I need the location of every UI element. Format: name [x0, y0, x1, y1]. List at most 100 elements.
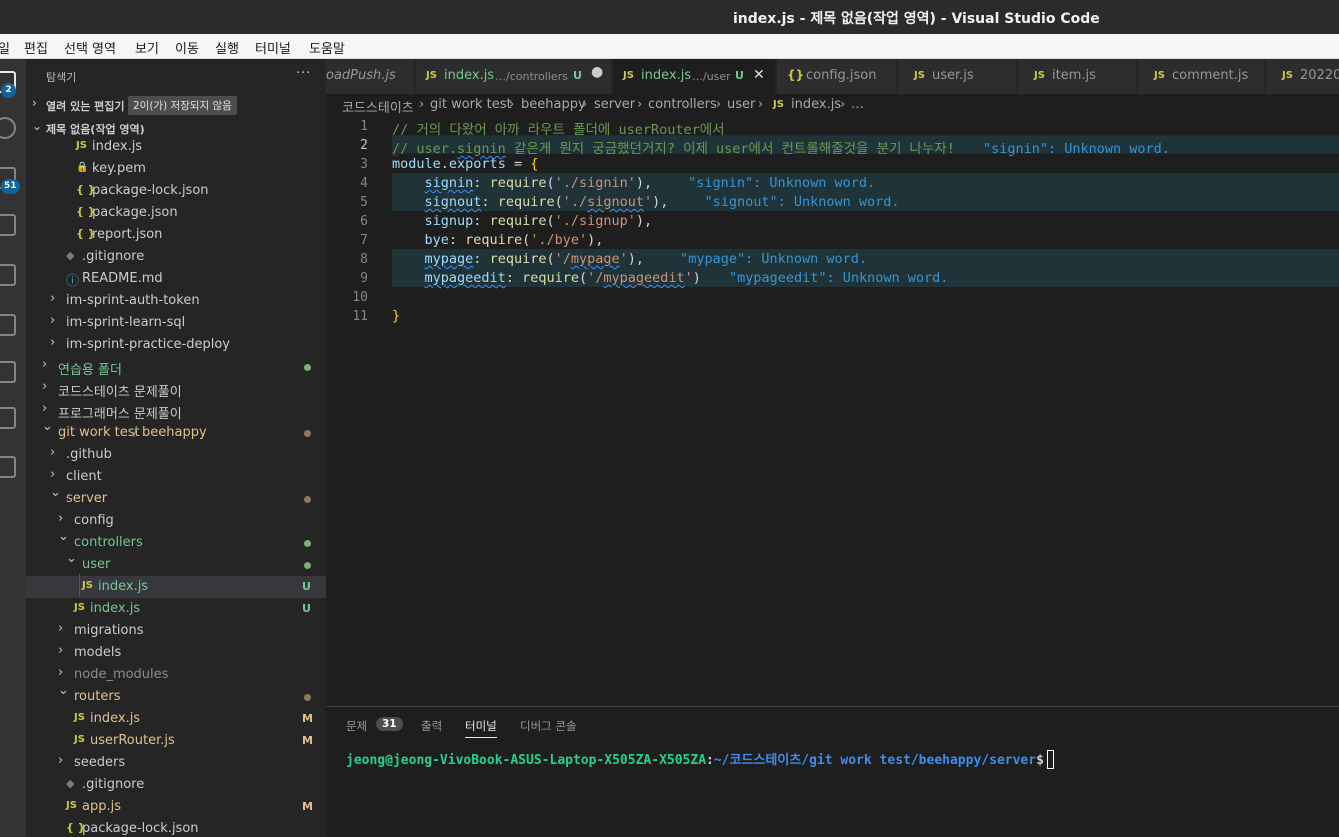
menu-terminal[interactable]: 터미널	[255, 38, 291, 57]
tab-problems[interactable]: 문제	[346, 718, 367, 734]
tree-item[interactable]: › node_modules	[26, 664, 326, 686]
tree-item[interactable]: › im-sprint-learn-sql	[26, 312, 326, 334]
tree-item-label: git work test	[58, 425, 140, 440]
token: bye	[424, 232, 449, 248]
tab-config-json[interactable]: {} config.json	[777, 59, 897, 94]
breadcrumb-item[interactable]: controllers	[648, 97, 717, 112]
tab-controllers-index[interactable]: JS index.js …/controllers U ●	[416, 59, 612, 94]
unsaved-dot-icon[interactable]: ●	[591, 64, 603, 80]
code-editor[interactable]: 1 2 3 4 5 6 7 8 9 10 11 // 거의 다왔어 아까 라우트…	[326, 116, 1339, 706]
token: (	[578, 270, 588, 286]
tree-item[interactable]: › .github	[26, 444, 326, 466]
breadcrumb-item[interactable]: beehappy	[521, 97, 586, 112]
breadcrumb-item[interactable]: index.js	[791, 97, 841, 112]
tree-item[interactable]: ◆ .gitignore	[26, 774, 326, 796]
tree-item[interactable]: JS index.js	[26, 136, 326, 158]
tree-item[interactable]: 🔒 key.pem	[26, 158, 326, 180]
chevron-right-icon: ›	[582, 97, 588, 112]
tab-oadpush[interactable]: oadPush.js	[326, 59, 415, 94]
menu-help[interactable]: 도움말	[309, 38, 345, 57]
git-status-dot	[304, 562, 311, 569]
menu-bar: 일 편집 선택 영역 보기 이동 실행 터미널 도움말	[0, 34, 1339, 59]
menu-run[interactable]: 실행	[215, 38, 239, 57]
tab-item-js[interactable]: JS item.js	[1018, 59, 1137, 94]
tree-item[interactable]: ◆ .gitignore	[26, 246, 326, 268]
tree-item[interactable]: › 코드스테이츠 문제풀이	[26, 378, 326, 400]
tree-item[interactable]: › migrations	[26, 620, 326, 642]
tree-item[interactable]: › 연습용 폴더	[26, 356, 326, 378]
tree-item-label: index.js	[98, 579, 149, 594]
chevron-right-icon: ›	[42, 357, 48, 372]
tree-item[interactable]: ⓘ README.md	[26, 268, 326, 290]
more-actions-icon[interactable]: ···	[296, 66, 311, 81]
breadcrumb-item[interactable]: git work test	[430, 97, 512, 112]
tree-item[interactable]: › models	[26, 642, 326, 664]
tree-item[interactable]: JS userRouter.js M	[26, 730, 326, 752]
tab-status: U	[735, 69, 744, 82]
tab-202204[interactable]: JS 202204	[1266, 59, 1339, 94]
compact-folder-separator: /	[133, 425, 138, 440]
tree-item[interactable]: › im-sprint-practice-deploy	[26, 334, 326, 356]
token: './signin'	[554, 175, 636, 191]
menu-file[interactable]: 일	[0, 38, 10, 57]
code-line-11: }	[392, 308, 400, 324]
tab-terminal[interactable]: 터미널	[465, 718, 497, 738]
menu-edit[interactable]: 편집	[24, 38, 48, 57]
code-line-9: mypageedit: require('/mypageedit') "mypag…	[392, 270, 949, 286]
docker-icon[interactable]	[0, 456, 16, 478]
tree-item[interactable]: › seeders	[26, 752, 326, 774]
tree-item[interactable]: JS index.js U	[26, 576, 326, 598]
window-title: index.js - 제목 없음(작업 영역) - Visual Studio …	[733, 11, 1100, 27]
breadcrumb-item[interactable]: …	[851, 97, 864, 112]
tree-item-label: beehappy	[142, 425, 207, 440]
tab-user-js[interactable]: JS user.js	[898, 59, 1017, 94]
tree-item-label: key.pem	[92, 161, 146, 176]
misspelled-word: signout	[587, 194, 645, 210]
tree-item[interactable]: › 프로그래머스 문제풀이	[26, 400, 326, 422]
open-editors-section[interactable]: › 열려 있는 편집기 2이(가) 저장되지 않음	[26, 94, 326, 116]
tree-item[interactable]: { } package.json	[26, 202, 326, 224]
git-graph-icon[interactable]	[0, 407, 16, 429]
remote-explorer-icon[interactable]	[0, 314, 16, 336]
tab-debug-console[interactable]: 디버그 콘솔	[520, 718, 577, 734]
database-icon[interactable]	[0, 361, 16, 383]
tree-item[interactable]: { } package-lock.json	[26, 818, 326, 837]
token: (	[522, 232, 531, 248]
chevron-right-icon: ›	[758, 97, 764, 112]
search-icon[interactable]	[0, 117, 16, 139]
breadcrumb-item[interactable]: server	[594, 97, 635, 112]
tab-comment-js[interactable]: JS comment.js	[1138, 59, 1265, 94]
tree-item[interactable]: › client	[26, 466, 326, 488]
js-file-icon: JS	[76, 140, 87, 151]
tree-item[interactable]: JS index.js U	[26, 598, 326, 620]
terminal[interactable]: jeong@jeong-VivoBook-ASUS-Laptop-X505ZA-…	[346, 749, 1054, 769]
js-file-icon: JS	[74, 602, 85, 613]
tree-item-label: im-sprint-auth-token	[66, 293, 200, 308]
tree-item[interactable]: ⌄ routers	[26, 683, 326, 708]
line-number: 5	[360, 195, 368, 210]
tree-item[interactable]: › im-sprint-auth-token	[26, 290, 326, 312]
breadcrumb-item[interactable]: 코드스테이츠	[342, 97, 414, 116]
menu-view[interactable]: 보기	[135, 38, 159, 57]
menu-selection[interactable]: 선택 영역	[64, 38, 116, 57]
tree-item[interactable]: JS app.js M	[26, 796, 326, 818]
tree-item-label: .gitignore	[82, 777, 145, 792]
indent-guide	[79, 574, 80, 596]
breadcrumb-item[interactable]: user	[727, 97, 755, 112]
tree-item[interactable]: { } report.json	[26, 224, 326, 246]
extensions-icon[interactable]	[0, 264, 16, 286]
tree-item[interactable]: ⌄ git work test / beehappy	[26, 419, 326, 444]
tree-item[interactable]: JS index.js M	[26, 708, 326, 730]
tab-output[interactable]: 출력	[421, 718, 442, 734]
tree-item[interactable]: { } package-lock.json	[26, 180, 326, 202]
tree-item[interactable]: › config	[26, 510, 326, 532]
run-debug-icon[interactable]	[0, 214, 16, 236]
js-file-icon: JS	[914, 70, 925, 81]
tab-user-index[interactable]: JS index.js …/user U ✕	[613, 59, 776, 94]
token: signup	[424, 213, 474, 229]
tree-item[interactable]: ⌄ server	[26, 485, 326, 510]
close-icon[interactable]: ✕	[753, 67, 765, 83]
menu-go[interactable]: 이동	[175, 38, 199, 57]
tree-item[interactable]: ⌄ user	[26, 551, 326, 576]
chevron-right-icon: ›	[637, 97, 643, 112]
